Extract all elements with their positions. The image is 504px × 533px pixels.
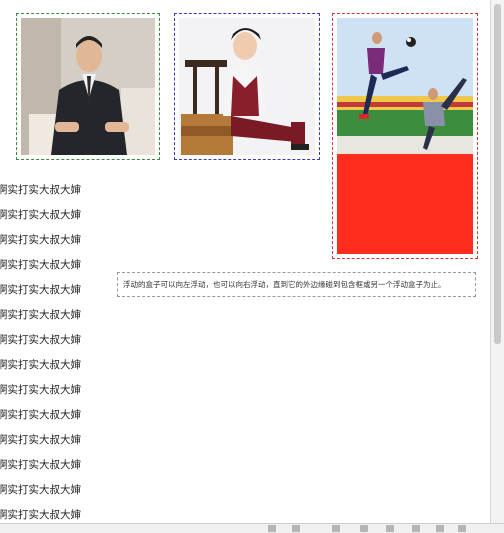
sound-icon[interactable] xyxy=(268,525,276,532)
text-line: 啊实打实大叔大婶 xyxy=(0,259,81,271)
text-line: 啊实打实大叔大婶 xyxy=(0,509,81,521)
scrollbar-thumb[interactable] xyxy=(494,4,501,344)
text-line: 啊实打实大叔大婶 xyxy=(0,484,81,496)
float-box-2 xyxy=(174,13,320,160)
text-line: 啊实打实大叔大婶 xyxy=(0,184,81,196)
layout-icon[interactable] xyxy=(386,525,394,532)
status-bar xyxy=(0,523,504,533)
text-line: 啊实打实大叔大婶 xyxy=(0,409,81,421)
text-line: 啊实打实大叔大婶 xyxy=(0,359,81,371)
red-block xyxy=(337,154,473,254)
window-icon[interactable] xyxy=(360,525,368,532)
page-content: 浮动的盒子可以向左浮动，也可以向右浮动，直到它的外边缘碰到包含框或另一个浮动盒子… xyxy=(0,0,490,523)
page-icon[interactable] xyxy=(412,525,420,532)
float-box-1 xyxy=(16,13,160,160)
text-line: 啊实打实大叔大婶 xyxy=(0,209,81,221)
text-line: 啊实打实大叔大婶 xyxy=(0,284,81,296)
float-box-3 xyxy=(332,13,478,259)
vertical-scrollbar[interactable] xyxy=(490,0,504,523)
text-line: 啊实打实大叔大婶 xyxy=(0,384,81,396)
text-line: 啊实打实大叔大婶 xyxy=(0,459,81,471)
text-line: 啊实打实大叔大婶 xyxy=(0,309,81,321)
network-icon[interactable] xyxy=(292,525,300,532)
young-man-photo xyxy=(179,18,315,155)
text-line: 啊实打实大叔大婶 xyxy=(0,434,81,446)
text-line: 啊实打实大叔大婶 xyxy=(0,234,81,246)
keyboard-icon[interactable] xyxy=(332,525,340,532)
soccer-kick-photo xyxy=(337,18,473,154)
float-caption: 浮动的盒子可以向左浮动，也可以向右浮动，直到它的外边缘碰到包含框或另一个浮动盒子… xyxy=(117,272,476,297)
zoom-icon[interactable] xyxy=(458,525,466,532)
text-line: 啊实打实大叔大婶 xyxy=(0,334,81,346)
man-in-suit-photo xyxy=(21,18,155,155)
minus-icon[interactable] xyxy=(436,525,444,532)
